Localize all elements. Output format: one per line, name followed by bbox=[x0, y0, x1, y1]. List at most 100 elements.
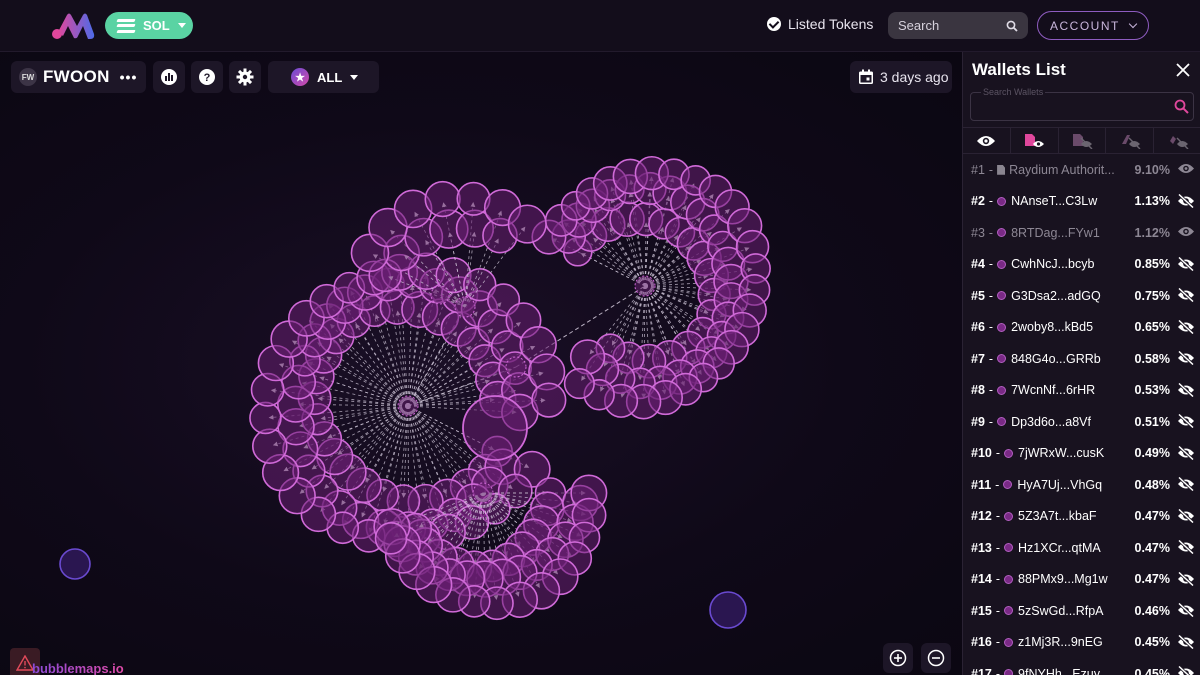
wallet-bubble[interactable] bbox=[374, 522, 408, 555]
wallet-rank: #8 bbox=[971, 383, 985, 398]
isolated-bubble[interactable] bbox=[59, 548, 91, 580]
zoom-out-button[interactable] bbox=[921, 643, 951, 673]
hub-bubble[interactable] bbox=[430, 285, 450, 305]
eye-off-icon[interactable] bbox=[1177, 413, 1195, 431]
wallet-bubble[interactable] bbox=[507, 204, 547, 244]
wallet-bubble[interactable] bbox=[249, 401, 282, 435]
filter-contracts-visible[interactable] bbox=[1011, 128, 1059, 153]
bubble-graph[interactable] bbox=[0, 52, 962, 675]
settings-button[interactable] bbox=[229, 61, 261, 93]
wallet-row[interactable]: #11- HyA7Uj...VhGq 0.48% bbox=[963, 469, 1200, 501]
wallet-separator: - bbox=[995, 603, 1001, 618]
eye-off-icon[interactable] bbox=[1177, 192, 1195, 211]
link-eye-off-icon bbox=[1169, 135, 1189, 149]
filter-contracts-hidden[interactable] bbox=[1059, 128, 1107, 153]
eye-off-icon[interactable] bbox=[1177, 350, 1195, 368]
chart-icon bbox=[161, 69, 177, 85]
wallet-percent: 0.75% bbox=[1134, 288, 1170, 303]
hub-bubble[interactable] bbox=[634, 275, 656, 297]
bubble-icon bbox=[1004, 574, 1014, 584]
wallet-separator: - bbox=[988, 383, 994, 398]
zoom-in-button[interactable] bbox=[883, 643, 913, 673]
wallet-rank: #7 bbox=[971, 351, 985, 366]
search-input[interactable] bbox=[898, 18, 998, 33]
more-options-icon[interactable]: ••• bbox=[120, 69, 138, 85]
chain-selector[interactable]: SOL bbox=[105, 12, 193, 39]
eye-off-icon[interactable] bbox=[1177, 665, 1195, 675]
account-button[interactable]: ACCOUNT bbox=[1037, 11, 1149, 40]
eye-off-icon[interactable] bbox=[1177, 318, 1195, 337]
wallet-rank: #4 bbox=[971, 257, 985, 272]
eye-off-icon[interactable] bbox=[1177, 539, 1195, 557]
wallet-row[interactable]: #15- 5zSwGd...RfpA 0.46% bbox=[963, 595, 1200, 627]
eye-off-icon[interactable] bbox=[1177, 255, 1195, 274]
date-selector[interactable]: 3 days ago bbox=[850, 61, 952, 93]
wallet-separator: - bbox=[995, 666, 1001, 675]
wallet-row[interactable]: #5- G3Dsa2...adGQ 0.75% bbox=[963, 280, 1200, 312]
wallet-bubble[interactable] bbox=[462, 395, 528, 461]
wallet-row[interactable]: #14- 88PMx9...Mg1w 0.47% bbox=[963, 564, 1200, 596]
wallet-row[interactable]: #6- 2woby8...kBd5 0.65% bbox=[963, 312, 1200, 344]
wallet-bubble[interactable] bbox=[531, 382, 567, 418]
wallet-bubble[interactable] bbox=[563, 368, 595, 400]
bubblemaps-logo[interactable] bbox=[52, 12, 96, 40]
listed-tokens-link[interactable]: Listed Tokens bbox=[767, 16, 873, 32]
wallet-row[interactable]: #17- 9fNYHh...Ezuy 0.45% bbox=[963, 658, 1200, 675]
wallet-row[interactable]: #1- Raydium Authorit... 9.10% bbox=[963, 154, 1200, 186]
hub-bubble[interactable] bbox=[472, 482, 494, 504]
token-selector[interactable]: FW FWOON ••• bbox=[11, 61, 146, 93]
filter-exchanges-hidden[interactable] bbox=[1106, 128, 1155, 153]
close-icon[interactable] bbox=[1175, 62, 1191, 78]
eye-off-icon[interactable] bbox=[1177, 570, 1195, 589]
top-bar: SOL Listed Tokens ACCOUNT bbox=[0, 0, 1200, 52]
stats-button[interactable] bbox=[153, 61, 185, 93]
eye-off-icon[interactable] bbox=[1177, 476, 1195, 494]
wallet-row[interactable]: #8- 7WcnNf...6rHR 0.53% bbox=[963, 375, 1200, 407]
eye-icon[interactable] bbox=[1177, 225, 1195, 241]
wallet-row[interactable]: #12- 5Z3A7t...kbaF 0.47% bbox=[963, 501, 1200, 533]
eye-off-icon[interactable] bbox=[1177, 602, 1195, 620]
wallet-percent: 9.10% bbox=[1134, 162, 1170, 177]
hub-bubble[interactable] bbox=[454, 296, 476, 318]
isolated-bubble[interactable] bbox=[709, 591, 747, 629]
wallet-row[interactable]: #13- Hz1XCr...qtMA 0.47% bbox=[963, 532, 1200, 564]
wallet-row[interactable]: #4- CwhNcJ...bcyb 0.85% bbox=[963, 249, 1200, 281]
wallet-row[interactable]: #10- 7jWRxW...cusK 0.49% bbox=[963, 438, 1200, 470]
zoom-in-icon bbox=[889, 649, 907, 667]
filter-links-hidden[interactable] bbox=[1154, 128, 1200, 153]
wallet-search: Search Wallets bbox=[970, 87, 1194, 121]
eye-off-icon[interactable] bbox=[1177, 444, 1195, 463]
eye-off-icon[interactable] bbox=[1177, 381, 1195, 400]
filter-all-button[interactable]: ★ ALL bbox=[268, 61, 379, 93]
eye-off-icon[interactable] bbox=[1177, 507, 1195, 526]
search-icon[interactable] bbox=[1006, 20, 1018, 32]
brand-footer[interactable]: bubblemaps.io bbox=[10, 648, 124, 675]
hub-bubble[interactable] bbox=[397, 395, 419, 417]
filter-all-visible[interactable] bbox=[963, 128, 1011, 153]
wallet-row[interactable]: #7- 848G4o...GRRb 0.58% bbox=[963, 343, 1200, 375]
gear-icon bbox=[236, 68, 254, 86]
hub-bubble[interactable] bbox=[505, 356, 527, 378]
wallet-row[interactable]: #3- 8RTDag...FYw1 1.12% bbox=[963, 217, 1200, 249]
eye-off-icon[interactable] bbox=[1177, 633, 1195, 652]
wallet-separator: - bbox=[995, 572, 1001, 587]
eye-off-icon[interactable] bbox=[1177, 287, 1195, 305]
help-button[interactable]: ? bbox=[191, 61, 223, 93]
wallet-address: CwhNcJ...bcyb bbox=[1011, 257, 1095, 272]
wallet-search-input[interactable] bbox=[979, 99, 1169, 115]
wallet-bubble[interactable] bbox=[424, 180, 461, 218]
wallet-separator: - bbox=[995, 509, 1001, 524]
wallet-bubble[interactable] bbox=[251, 428, 288, 464]
eye-icon[interactable] bbox=[1177, 162, 1195, 178]
wallet-rank: #1 bbox=[971, 162, 985, 177]
wallet-row[interactable]: #2- NAnseT...C3Lw 1.13% bbox=[963, 186, 1200, 218]
wallet-row[interactable]: #9- Dp3d6o...a8Vf 0.51% bbox=[963, 406, 1200, 438]
wallet-address: z1Mj3R...9nEG bbox=[1018, 635, 1103, 650]
eye-icon bbox=[977, 135, 996, 146]
wallet-address: 7WcnNf...6rHR bbox=[1011, 383, 1096, 398]
chain-label: SOL bbox=[143, 18, 170, 33]
bubble-map-canvas[interactable]: FW FWOON ••• ? ★ ALL 3 days ago bubblema… bbox=[0, 52, 962, 675]
search-icon[interactable] bbox=[1174, 99, 1189, 114]
token-avatar: FW bbox=[19, 68, 37, 86]
wallet-row[interactable]: #16- z1Mj3R...9nEG 0.45% bbox=[963, 627, 1200, 659]
